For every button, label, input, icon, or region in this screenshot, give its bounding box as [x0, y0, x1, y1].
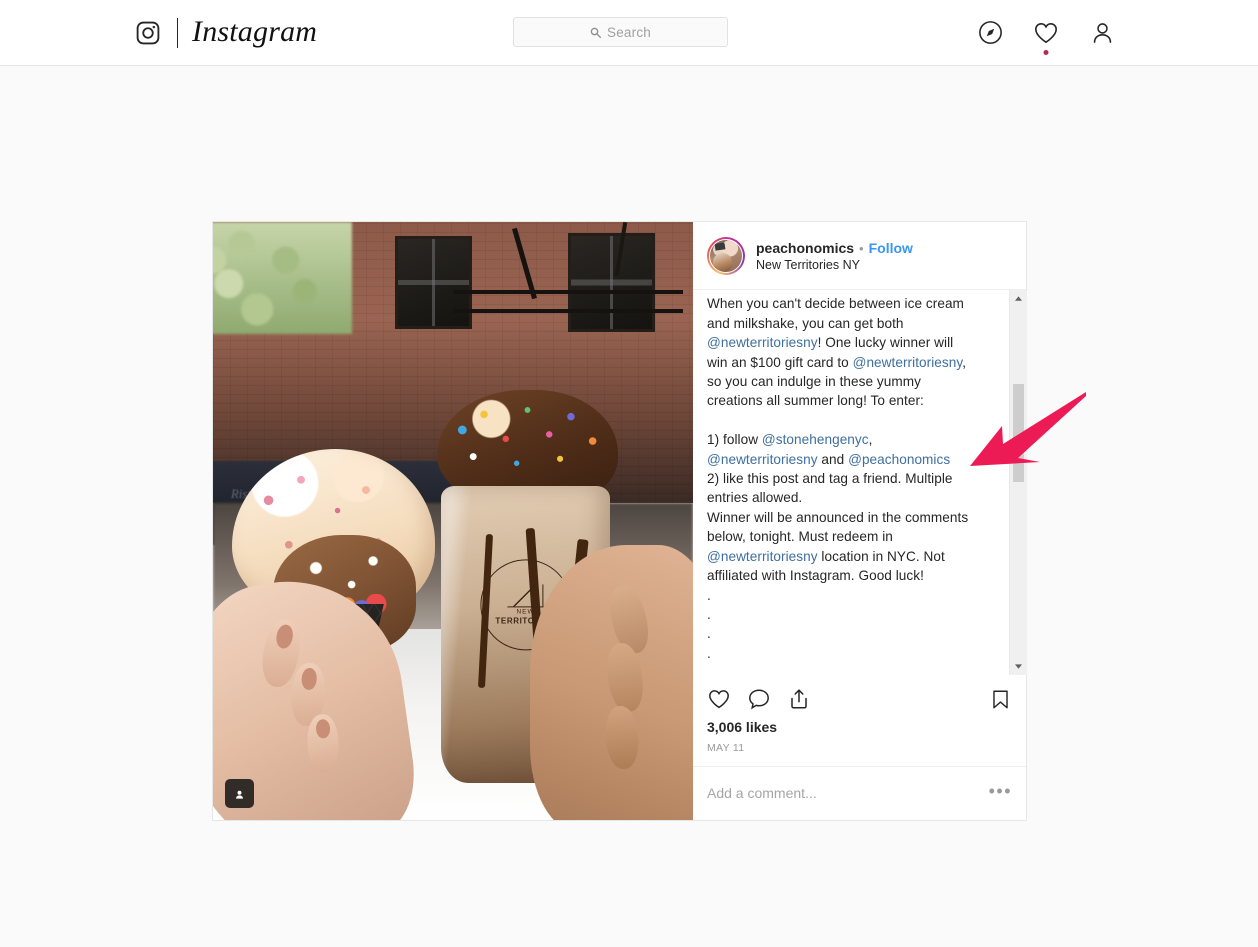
caption-mention[interactable]: @stonehengenyc — [762, 432, 869, 447]
right-hand — [529, 544, 693, 820]
likes-count[interactable]: 3,006 likes — [693, 715, 1026, 735]
scroll-up-arrow-icon[interactable] — [1009, 290, 1027, 307]
avatar[interactable] — [707, 237, 745, 275]
post-sidebar: peachonomics • Follow New Territories NY… — [693, 222, 1027, 820]
post-action-bar — [693, 675, 1026, 715]
comment-button[interactable] — [747, 687, 771, 711]
post-options-button[interactable]: ••• — [989, 782, 1012, 804]
caption-line: When you can't decide between ice cream — [707, 296, 964, 312]
caption-line: and milkshake, you can get both — [707, 315, 904, 331]
search-placeholder: Search — [607, 24, 651, 40]
caption-line: . — [707, 587, 711, 603]
caption-line: . — [707, 645, 711, 661]
caption-region: entries allowed. When you can't decide be… — [693, 290, 1027, 675]
caption-line: . — [707, 606, 711, 622]
top-navigation-bar: Instagram Search — [0, 0, 1258, 66]
add-comment-bar: ••• — [693, 766, 1026, 820]
caption-line: @newterritoriesny and @peachonomics — [707, 451, 951, 467]
caption-mention[interactable]: @newterritoriesny — [707, 549, 818, 564]
caption-line: creations all summer long! To enter: — [707, 393, 924, 409]
explore-icon[interactable] — [977, 20, 1003, 46]
search-input[interactable]: Search — [513, 17, 728, 47]
like-button[interactable] — [707, 687, 731, 711]
caption-line: . — [707, 626, 711, 642]
caption-scroll-area[interactable]: entries allowed. When you can't decide be… — [693, 290, 1009, 675]
profile-icon[interactable] — [1089, 20, 1115, 46]
post-location[interactable]: New Territories NY — [756, 258, 913, 272]
caption-line: win an $100 gift card to @newterritories… — [707, 354, 967, 370]
caption-line: 1) follow @stonehengenyc, — [707, 432, 873, 448]
follow-button[interactable]: Follow — [869, 240, 913, 256]
street-tree — [213, 222, 353, 335]
instagram-camera-icon[interactable] — [135, 20, 161, 46]
scrollbar-track[interactable] — [1009, 307, 1027, 658]
page-body: Ristorante — [0, 66, 1258, 947]
post-card: Ristorante — [212, 221, 1027, 821]
notification-badge-dot — [1043, 49, 1049, 55]
comment-input[interactable] — [707, 785, 989, 801]
caption-scrollbar[interactable] — [1009, 290, 1027, 675]
person-tag-icon[interactable] — [225, 779, 254, 808]
post-caption: entries allowed. When you can't decide be… — [707, 290, 997, 675]
username-separator: • — [859, 240, 864, 256]
caption-line: @newterritoriesny location in NYC. Not — [707, 548, 945, 564]
search-icon — [590, 27, 601, 38]
scrollbar-thumb[interactable] — [1012, 384, 1024, 483]
caption-mention[interactable]: @newterritoriesny — [707, 335, 818, 350]
logo-divider — [177, 17, 178, 48]
post-photo: Ristorante — [213, 222, 693, 820]
caption-mention[interactable]: @peachonomics — [848, 452, 950, 467]
instagram-wordmark[interactable]: Instagram — [192, 16, 317, 47]
activity-heart-icon[interactable] — [1033, 20, 1059, 55]
caption-line: entries allowed. — [707, 490, 803, 506]
post-media[interactable]: Ristorante — [213, 222, 693, 820]
caption-line: 2) like this post and tag a friend. Mult… — [707, 471, 953, 487]
caption-line: affiliated with Instagram. Good luck! — [707, 568, 924, 584]
post-timestamp[interactable]: MAY 11 — [693, 735, 1026, 766]
post-username[interactable]: peachonomics — [756, 240, 854, 256]
caption-line: so you can indulge in these yummy — [707, 374, 921, 390]
milkshake-topping — [436, 389, 619, 501]
share-button[interactable] — [787, 687, 811, 711]
nav-action-group — [977, 20, 1115, 55]
scroll-down-arrow-icon[interactable] — [1009, 658, 1027, 675]
caption-mention[interactable]: @newterritoriesny — [853, 355, 963, 370]
caption-line: . — [707, 665, 711, 675]
site-logo[interactable]: Instagram — [135, 16, 317, 48]
caption-line — [707, 411, 997, 430]
caption-line: Winner will be announced in the comments — [707, 509, 969, 525]
caption-line: below, tonight. Must redeem in — [707, 529, 893, 545]
fire-escape — [453, 222, 684, 340]
caption-mention[interactable]: @newterritoriesny — [707, 452, 818, 467]
post-header: peachonomics • Follow New Territories NY — [693, 222, 1026, 290]
caption-line: @newterritoriesny! One lucky winner will — [707, 335, 954, 351]
save-bookmark-button[interactable] — [989, 688, 1012, 711]
